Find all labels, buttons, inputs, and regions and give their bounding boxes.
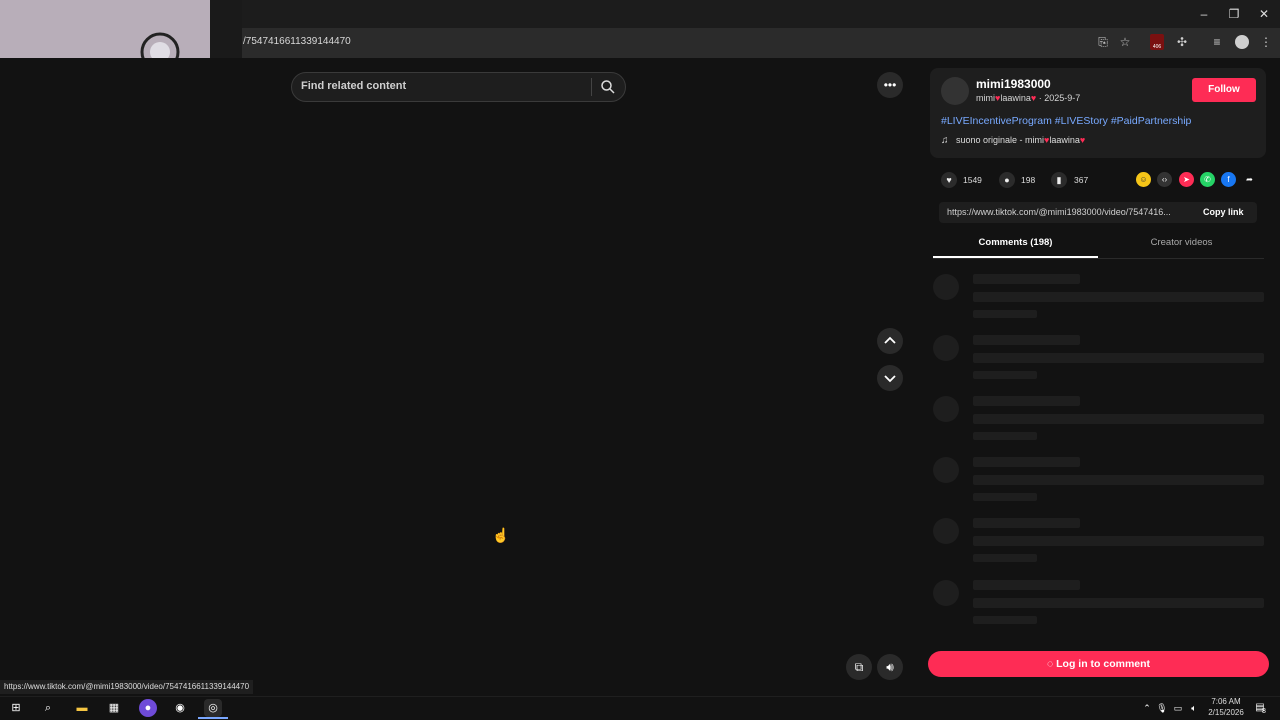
heart-icon[interactable]: ♥ — [941, 172, 957, 188]
video-player-area[interactable] — [0, 58, 917, 696]
clock-date[interactable]: 2/15/2026 — [1206, 708, 1246, 718]
clock-time[interactable]: 7:06 AM — [1206, 697, 1246, 707]
login-label: Log in to comment — [1056, 658, 1151, 670]
skeleton-avatar — [933, 274, 959, 300]
skeleton-line — [973, 616, 1037, 624]
skeleton-line — [973, 475, 1264, 485]
app-icon[interactable]: ● — [139, 699, 157, 717]
hashtags[interactable]: #LIVEIncentiveProgram #LIVEStory #PaidPa… — [941, 115, 1191, 128]
skeleton-line — [973, 580, 1080, 590]
heart-emoji-icon: ♥ — [1079, 135, 1086, 145]
browser-menu-icon[interactable]: ⋮ — [1258, 35, 1274, 49]
app-icon[interactable]: ◉ — [171, 699, 189, 717]
embed-icon[interactable]: ‹› — [1157, 172, 1172, 187]
skeleton-line — [973, 292, 1264, 302]
avatar[interactable] — [941, 77, 969, 105]
chevron-down-icon[interactable] — [877, 365, 903, 391]
skeleton-line — [973, 335, 1080, 345]
skeleton-line — [973, 414, 1264, 424]
music-text: suono originale - mimi — [956, 135, 1045, 145]
likes-count: 1549 — [963, 175, 982, 185]
facebook-icon[interactable]: f — [1221, 172, 1236, 187]
skeleton-avatar — [933, 580, 959, 606]
extension-badge: 406 — [1152, 44, 1162, 50]
minimize-icon[interactable]: – — [1196, 7, 1212, 21]
copy-link-button[interactable]: Copy link — [1203, 207, 1244, 218]
hand-cursor-icon: ☝ — [492, 527, 510, 543]
restore-icon[interactable]: ❐ — [1226, 7, 1242, 21]
skeleton-line — [973, 353, 1264, 363]
skeleton-avatar — [933, 457, 959, 483]
file-explorer-icon[interactable]: ▬ — [73, 699, 91, 717]
skeleton-line — [973, 554, 1037, 562]
skeleton-line — [973, 310, 1037, 318]
bookmark-icon[interactable]: ▮ — [1051, 172, 1067, 188]
extensions-puzzle-icon[interactable]: ✣ — [1174, 35, 1190, 49]
tabs-divider — [933, 258, 1264, 259]
saves-count: 367 — [1074, 175, 1089, 185]
media-control-icon[interactable]: ≡ — [1209, 35, 1225, 49]
display-name-suffix: laawina — [1000, 93, 1031, 103]
skeleton-line — [973, 493, 1037, 501]
store-icon[interactable]: ▦ — [105, 699, 123, 717]
chevron-up-icon[interactable] — [877, 328, 903, 354]
skeleton-line — [973, 457, 1080, 467]
share-arrow-icon[interactable]: ➦ — [1242, 172, 1257, 187]
music-suffix: laawina — [1049, 135, 1080, 145]
skeleton-line — [973, 598, 1264, 608]
tab-comments[interactable]: Comments (198) — [933, 236, 1098, 258]
skeleton-line — [973, 518, 1080, 528]
more-icon[interactable]: ••• — [877, 72, 903, 98]
heart-emoji-icon: ♥ — [1030, 93, 1037, 103]
post-date: · 2025-9-7 — [1038, 93, 1081, 103]
skeleton-line — [973, 371, 1037, 379]
notification-icon[interactable]: ▤ — [1251, 699, 1269, 717]
login-to-comment-button[interactable]: ◌ Log in to comment — [928, 651, 1269, 677]
skeleton-avatar — [933, 518, 959, 544]
search-placeholder[interactable]: Find related content — [301, 80, 406, 93]
url-text[interactable]: /7547416611339144470 — [243, 36, 351, 48]
extension-icon[interactable]: 406 — [1150, 34, 1164, 50]
coin-icon[interactable]: ☺ — [1136, 172, 1151, 187]
skeleton-avatar — [933, 396, 959, 422]
comment-bubble-icon: ◌ — [1046, 658, 1054, 670]
profile-avatar-icon[interactable] — [1235, 35, 1249, 49]
skeleton-line — [973, 396, 1080, 406]
chrome-icon[interactable]: ◎ — [204, 699, 222, 717]
music-title[interactable]: suono originale - mimi♥laawina♥ — [956, 135, 1085, 146]
skeleton-avatar — [933, 335, 959, 361]
search-divider — [591, 78, 592, 96]
active-app-indicator — [198, 717, 228, 719]
skeleton-line — [973, 274, 1080, 284]
search-icon[interactable] — [600, 79, 616, 95]
send-icon[interactable]: ➤ — [1179, 172, 1194, 187]
taskbar — [0, 696, 1280, 720]
profile-subline: mimi♥laawina♥ · 2025-9-7 — [976, 93, 1080, 104]
install-app-icon[interactable]: ⎘ — [1095, 35, 1111, 49]
status-bar-url: https://www.tiktok.com/@mimi1983000/vide… — [0, 680, 254, 694]
tab-creator-videos[interactable]: Creator videos — [1099, 236, 1264, 258]
music-note-icon: ♫ — [941, 135, 949, 146]
skeleton-line — [973, 536, 1264, 546]
follow-button[interactable]: Follow — [1192, 78, 1256, 102]
speaker-icon[interactable]: 🔈︎ — [1185, 699, 1203, 717]
windows-start-icon[interactable]: ⊞ — [7, 699, 25, 717]
display-name: mimi — [976, 93, 995, 103]
username[interactable]: mimi1983000 — [976, 77, 1051, 91]
bookmark-star-icon[interactable]: ☆ — [1117, 35, 1133, 49]
whatsapp-icon[interactable]: ✆ — [1200, 172, 1215, 187]
comments-count: 198 — [1021, 175, 1036, 185]
close-icon[interactable]: ✕ — [1256, 7, 1272, 21]
notification-count: 8 — [1262, 708, 1266, 715]
pip-icon[interactable]: ⧉ — [846, 654, 872, 680]
skeleton-line — [973, 432, 1037, 440]
search-icon[interactable]: ⌕ — [39, 699, 57, 717]
comment-icon[interactable]: ● — [999, 172, 1015, 188]
volume-icon[interactable]: 🔊︎ — [877, 654, 903, 680]
video-link[interactable]: https://www.tiktok.com/@mimi1983000/vide… — [947, 207, 1171, 218]
